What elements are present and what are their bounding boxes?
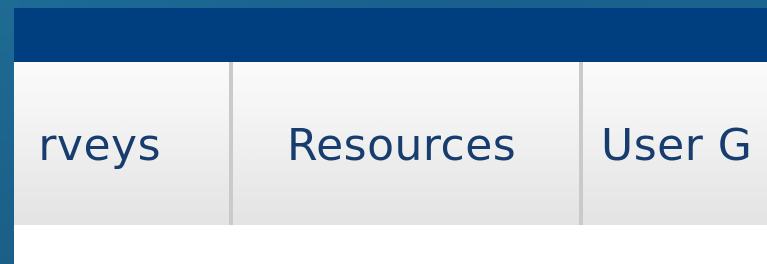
tab-label: rveys bbox=[38, 120, 161, 171]
tab-label: Resources bbox=[287, 120, 517, 171]
tab-resources[interactable]: Resources bbox=[233, 62, 583, 225]
tab-surveys[interactable]: rveys bbox=[14, 62, 233, 225]
tab-label: User G bbox=[601, 120, 753, 171]
tab-user-guide[interactable]: User G bbox=[583, 62, 767, 225]
header-bar bbox=[14, 8, 767, 62]
main-nav: rveys Resources User G bbox=[14, 62, 767, 225]
content-area bbox=[14, 225, 767, 264]
